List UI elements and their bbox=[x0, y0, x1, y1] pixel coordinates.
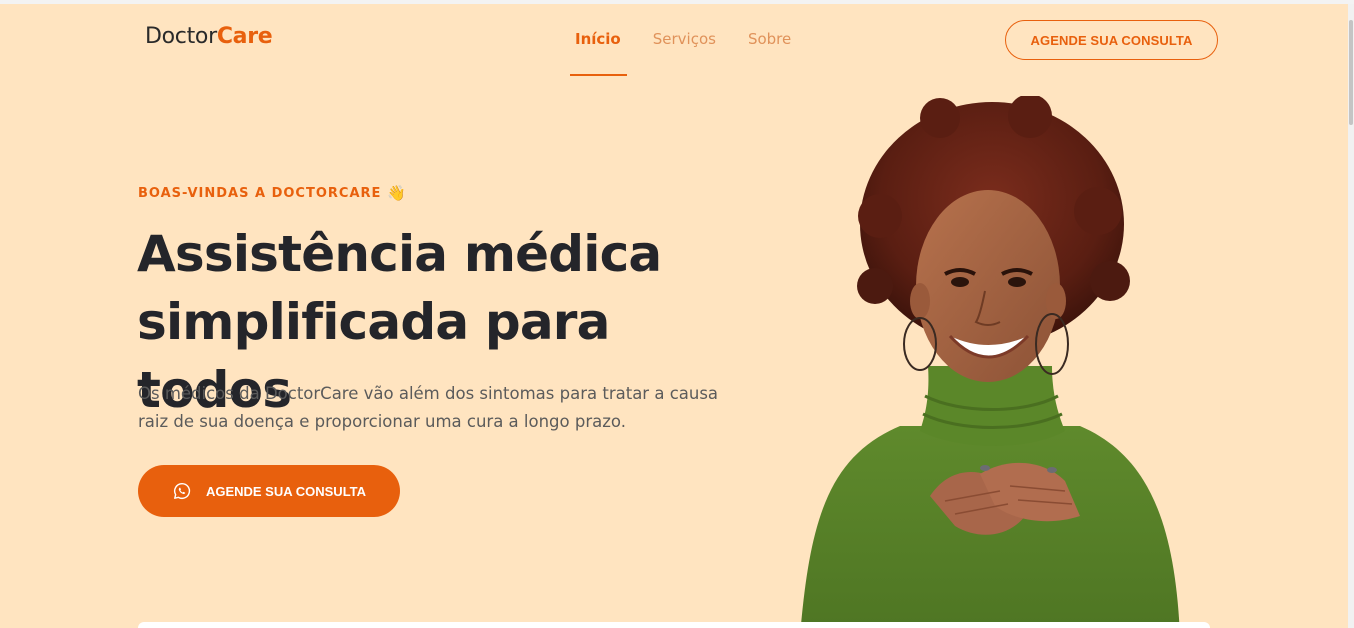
page: DoctorCare Início Serviços Sobre AGENDE … bbox=[0, 4, 1348, 628]
eyebrow-text: BOAS-VINDAS A DOCTORCARE bbox=[138, 185, 382, 201]
waving-hand-icon: 👋 bbox=[387, 184, 408, 202]
hero-description: Os médicos da DoctorCare vão além dos si… bbox=[138, 384, 719, 431]
nav-link-inicio[interactable]: Início bbox=[575, 30, 621, 48]
hero-schedule-button[interactable]: AGENDE SUA CONSULTA bbox=[138, 465, 400, 517]
content-card-edge bbox=[138, 622, 1210, 628]
hero-portrait-image bbox=[800, 96, 1180, 628]
scrollbar-thumb[interactable] bbox=[1349, 20, 1353, 125]
nav-link-servicos[interactable]: Serviços bbox=[653, 30, 716, 48]
hero-title-line1: Assistência médica bbox=[137, 225, 662, 283]
whatsapp-icon bbox=[173, 482, 191, 500]
nav-link-sobre[interactable]: Sobre bbox=[748, 30, 791, 48]
main-nav: Início Serviços Sobre bbox=[575, 30, 791, 48]
hero-schedule-label: AGENDE SUA CONSULTA bbox=[205, 483, 367, 499]
hero-eyebrow: BOAS-VINDAS A DOCTORCARE 👋 bbox=[138, 184, 407, 202]
logo[interactable]: DoctorCare bbox=[145, 24, 273, 49]
scrollbar[interactable] bbox=[1348, 4, 1354, 628]
nav-active-indicator bbox=[570, 74, 627, 76]
header-schedule-button[interactable]: AGENDE SUA CONSULTA bbox=[1005, 20, 1218, 60]
